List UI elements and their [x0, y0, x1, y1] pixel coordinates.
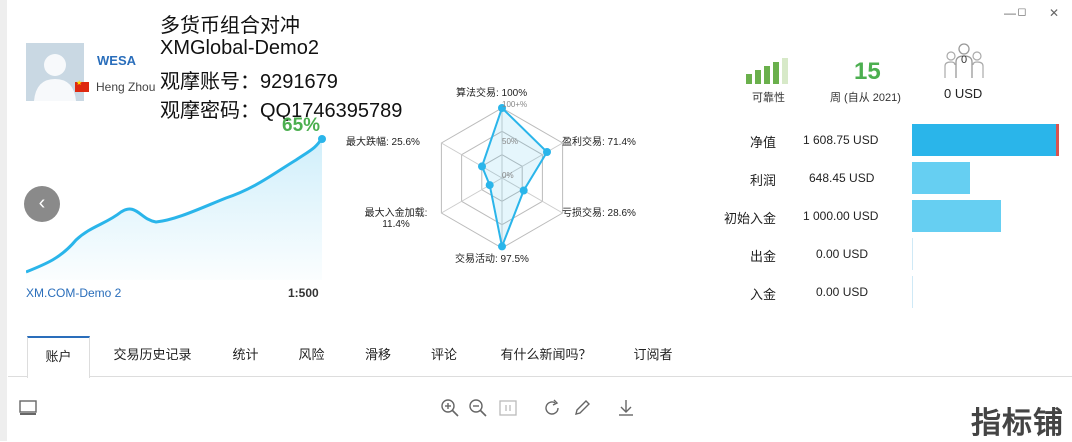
subscribers-count: 0: [960, 54, 968, 66]
radar-scale-0: 0%: [502, 171, 514, 180]
left-edge: [0, 0, 7, 441]
leverage: 1:500: [288, 286, 319, 300]
overlay-account: 观摩账号：9291679: [160, 71, 338, 93]
zoom-out-icon[interactable]: [468, 398, 488, 418]
overlay-title: 多货币组合对冲: [160, 15, 300, 37]
close-icon[interactable]: ✕: [1044, 6, 1064, 20]
reliability-bars-icon: [746, 58, 788, 84]
radar-label-profit: 盈利交易: 71.4%: [562, 137, 636, 148]
radar-point: [543, 148, 551, 156]
stat-bar: [912, 124, 1059, 156]
stat-value: 0.00 USD: [816, 285, 869, 299]
watermark: 指标铺: [971, 407, 1064, 440]
stat-label: 利润: [749, 173, 776, 188]
radar-scale-50: 50%: [502, 137, 519, 146]
radar-label-deposit-load: 最大入金加载: 11.4%: [364, 208, 428, 230]
stat-bar: [912, 200, 1001, 232]
tab-6[interactable]: 有什么新闻吗？: [484, 336, 608, 376]
stat-label: 初始入金: [723, 211, 776, 226]
stat-value: 1 608.75 USD: [803, 133, 879, 147]
avatar: [26, 43, 84, 101]
radar-label-algo: 算法交易: 100%: [456, 88, 528, 99]
stat-bar: [912, 238, 913, 270]
radar-point: [478, 162, 486, 171]
radar-label-activity: 交易活动: 97.5%: [455, 254, 529, 265]
tab-4[interactable]: 滑移: [352, 336, 404, 376]
radar-scale-100: 100+%: [502, 100, 528, 109]
overlay-server: XMGlobal-Demo2: [160, 37, 319, 59]
edit-icon[interactable]: [572, 398, 592, 418]
stat-bar: [912, 162, 970, 194]
stat-value: 1 000.00 USD: [803, 209, 879, 223]
profile-name[interactable]: WESA: [97, 53, 136, 68]
author-name[interactable]: Heng Zhou: [96, 80, 155, 94]
growth-area: [26, 138, 322, 280]
stat-value: 0.00 USD: [816, 247, 869, 261]
subscribers-value: 0 USD: [944, 86, 983, 101]
weeks-value: 15: [854, 58, 881, 85]
stat-bar: [912, 276, 913, 308]
stat-label: 出金: [749, 249, 776, 264]
radar-point: [519, 186, 528, 195]
weeks-label: 周 (自从 2021): [830, 92, 901, 104]
reliability-label: 可靠性: [752, 92, 785, 104]
tabs-divider: [8, 376, 1072, 377]
maximize-icon[interactable]: ◻: [1012, 5, 1032, 18]
tab-7[interactable]: 订阅者: [622, 336, 684, 376]
tab-0[interactable]: 账户: [27, 336, 90, 378]
tab-1[interactable]: 交易历史记录: [97, 336, 208, 376]
tab-3[interactable]: 风险: [284, 336, 339, 376]
stat-label: 净值: [749, 135, 776, 150]
radar-point: [485, 181, 494, 190]
actual-size-icon[interactable]: [498, 398, 518, 418]
stat-label: 入金: [749, 287, 776, 302]
zoom-in-icon[interactable]: [440, 398, 460, 418]
download-icon[interactable]: [616, 398, 636, 418]
growth-chart: [26, 135, 326, 280]
china-flag-icon: ★: [75, 80, 89, 92]
stat-value: 648.45 USD: [809, 171, 875, 185]
carousel-prev-button[interactable]: ‹: [24, 186, 60, 222]
rotate-icon[interactable]: [542, 398, 562, 418]
layout-icon[interactable]: [18, 398, 38, 418]
tab-2[interactable]: 统计: [218, 336, 273, 376]
radar-label-loss: 亏损交易: 28.6%: [562, 208, 636, 219]
radar-label-drawdown: 最大跌幅: 25.6%: [346, 137, 420, 148]
growth-percent: 65%: [282, 115, 321, 136]
broker-server[interactable]: XM.COM-Demo 2: [26, 286, 121, 300]
tab-5[interactable]: 评论: [420, 336, 468, 376]
